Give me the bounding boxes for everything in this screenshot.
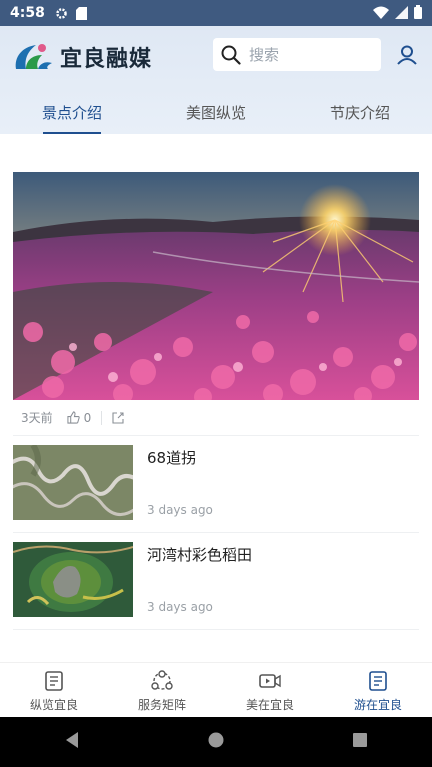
search-icon	[221, 45, 241, 65]
logo-mark-icon	[15, 44, 52, 69]
article-thumbnail	[13, 445, 133, 520]
article-title: 68道拐	[147, 449, 197, 467]
back-icon[interactable]	[64, 731, 80, 753]
tab-scenic-spots[interactable]: 景点介绍	[0, 90, 144, 134]
list-item[interactable]: 68道拐 3 days ago	[13, 437, 419, 533]
user-icon	[397, 45, 417, 65]
nav-label: 美在宜良	[245, 697, 294, 712]
sd-card-icon	[75, 6, 87, 20]
nav-label: 服务矩阵	[137, 697, 186, 712]
signal-icon	[395, 4, 408, 23]
wifi-icon	[373, 4, 389, 23]
bottom-navigation: 纵览宜良 服务矩阵 美在宜良 游在宜良	[0, 662, 432, 717]
nav-travel[interactable]: 游在宜良	[324, 663, 432, 718]
status-bar: 4:58	[0, 0, 432, 26]
article-time: 3 days ago	[147, 503, 213, 517]
logo-text: 宜良融媒	[60, 46, 153, 72]
list-item[interactable]: 河湾村彩色稻田 3 days ago	[13, 534, 419, 630]
recents-icon[interactable]	[352, 732, 368, 752]
featured-image[interactable]	[13, 172, 419, 400]
share-button[interactable]	[112, 411, 124, 424]
tab-festivals[interactable]: 节庆介绍	[288, 90, 432, 134]
featured-meta: 3天前 0	[13, 400, 419, 436]
nav-label: 游在宜良	[353, 697, 402, 712]
tab-photo-gallery[interactable]: 美图纵览	[144, 90, 288, 134]
status-time: 4:58	[10, 5, 45, 21]
featured-time: 3天前	[21, 411, 53, 425]
nav-overview[interactable]: 纵览宜良	[0, 663, 108, 718]
video-icon	[258, 669, 282, 693]
meta-divider	[101, 410, 103, 425]
app-logo: 宜良融媒	[12, 36, 162, 78]
battery-icon	[414, 4, 422, 23]
app-header: 宜良融媒 搜索 景点介绍 美图纵览 节庆介绍	[0, 26, 432, 134]
user-profile-button[interactable]	[394, 42, 420, 68]
article-time: 3 days ago	[147, 600, 213, 614]
thumbs-up-icon	[67, 411, 80, 424]
network-icon	[150, 669, 174, 693]
search-placeholder: 搜索	[249, 46, 280, 64]
system-navigation-bar	[0, 717, 432, 767]
home-icon[interactable]	[208, 732, 224, 752]
nav-services[interactable]: 服务矩阵	[108, 663, 216, 718]
article-title: 河湾村彩色稻田	[147, 546, 253, 564]
like-button[interactable]: 0	[67, 410, 92, 425]
article-thumbnail	[13, 542, 133, 617]
newspaper-icon	[367, 669, 389, 693]
nav-label: 纵览宜良	[29, 697, 78, 712]
status-indicators	[373, 4, 422, 23]
like-count: 0	[83, 410, 92, 425]
nav-video[interactable]: 美在宜良	[216, 663, 324, 718]
newspaper-icon	[43, 669, 65, 693]
settings-gear-icon	[55, 7, 68, 20]
category-tabs: 景点介绍 美图纵览 节庆介绍	[0, 90, 432, 134]
search-input[interactable]: 搜索	[213, 38, 381, 71]
share-icon	[112, 411, 124, 424]
